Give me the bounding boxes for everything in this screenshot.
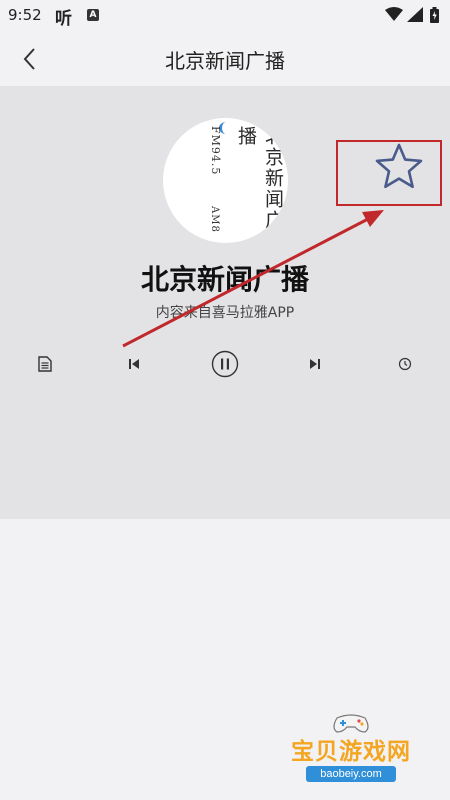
pause-button[interactable] [209, 348, 241, 380]
next-icon [310, 359, 320, 369]
cover-logo-am: AM8 [209, 206, 220, 233]
station-name: 北京新闻广播 [140, 263, 309, 296]
watermark-url: baobeiy.com [306, 766, 396, 782]
previous-button[interactable] [122, 352, 146, 376]
playlist-icon [38, 356, 52, 372]
watermark-text: 宝贝游戏网 [291, 739, 411, 765]
previous-icon [129, 359, 139, 369]
battery-icon [430, 7, 439, 23]
wifi-icon [385, 7, 403, 21]
page-title: 北京新闻广播 [165, 49, 285, 73]
station-cover-image: 北京新闻广播 FM94.5 AM8 [163, 118, 288, 243]
nav-bar: 北京新闻广播 [0, 32, 450, 86]
cover-logo-frequency: FM94.5 [209, 126, 222, 176]
status-bar: 9:52 听 A [0, 0, 450, 32]
annotation-highlight-box [336, 140, 442, 206]
cover-logo-chinese: 北京新闻广播 [235, 126, 284, 231]
source-label: 内容来自喜马拉雅APP [155, 305, 295, 321]
gamepad-icon [333, 714, 369, 733]
timer-icon [398, 357, 412, 371]
keyboard-badge-icon: A [87, 9, 99, 21]
app-notification-icon: 听 [55, 9, 72, 29]
timer-button[interactable] [393, 352, 417, 376]
status-time: 9:52 [8, 6, 42, 24]
pause-icon [211, 350, 239, 378]
signal-icon [407, 7, 423, 22]
next-button[interactable] [303, 352, 327, 376]
playlist-button[interactable] [33, 352, 57, 376]
site-watermark: 宝贝游戏网 baobeiy.com [276, 712, 426, 790]
